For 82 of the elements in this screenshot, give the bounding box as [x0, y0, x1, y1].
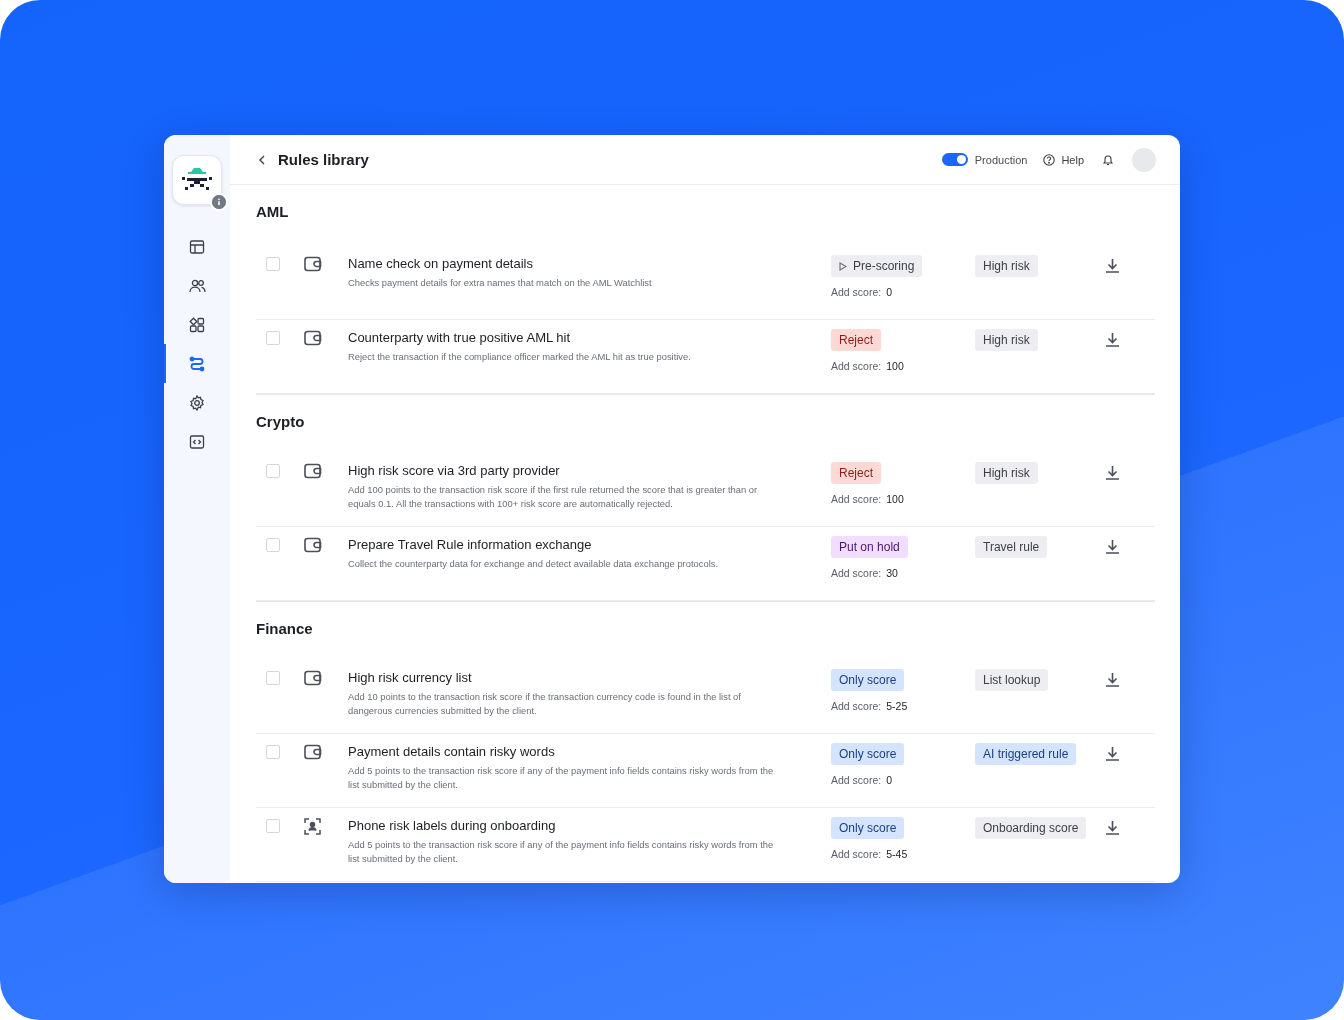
- rule-description: Add 5 points to the transaction risk score if any of the payment info fields contains risky words from the list submitted by the client.: [348, 764, 775, 791]
- score-label: Add score:: [831, 774, 882, 786]
- checkbox[interactable]: [266, 257, 280, 271]
- rule-description: Collect the counterparty data for exchange and detect available data exchange protocols.: [348, 557, 720, 571]
- face-scan-icon: [304, 818, 321, 835]
- checkbox[interactable]: [266, 819, 280, 833]
- download-icon[interactable]: [1105, 332, 1120, 347]
- section-heading: Finance: [256, 619, 314, 637]
- wallet-icon: [304, 670, 322, 686]
- settings-icon[interactable]: [189, 394, 205, 411]
- score-value: 5-25: [886, 700, 908, 712]
- score-value: 0: [886, 774, 893, 786]
- score-label: Add score:: [831, 360, 882, 372]
- action-badge: Reject: [831, 462, 881, 484]
- help-link[interactable]: Help: [1043, 153, 1084, 166]
- checkbox[interactable]: [266, 538, 280, 552]
- tag: High risk: [975, 462, 1038, 484]
- rule-title: High risk score via 3rd party provider: [348, 462, 561, 480]
- users-icon[interactable]: [188, 277, 206, 294]
- action-badge: Reject: [831, 329, 881, 351]
- section-heading: AML: [256, 202, 290, 220]
- checkbox[interactable]: [266, 745, 280, 759]
- score-value: 100: [886, 360, 904, 372]
- download-icon[interactable]: [1105, 820, 1120, 835]
- score-label: Add score:: [831, 848, 882, 860]
- tag: Onboarding score: [975, 817, 1087, 839]
- score-value: 100: [886, 493, 904, 505]
- rule-title: Name check on payment details: [348, 255, 534, 273]
- action-badge: Only score: [831, 817, 905, 839]
- score-value: 5-45: [886, 848, 908, 860]
- rule-title: High risk currency list: [348, 669, 473, 687]
- score-value: 30: [886, 567, 898, 579]
- score-label: Add score:: [831, 700, 882, 712]
- toggle-label: Production: [974, 153, 1028, 166]
- score-value: 0: [886, 286, 893, 298]
- rule-title: Counterparty with true positive AML hit: [348, 329, 572, 347]
- flow-icon[interactable]: [189, 355, 205, 372]
- wallet-icon: [304, 256, 322, 272]
- rule-description: Add 5 points to the transaction risk score if any of the payment info fields contains risky words from the list submitted by the client.: [348, 838, 775, 865]
- rule-title: Prepare Travel Rule information exchange: [348, 536, 593, 554]
- action-badge: Only score: [831, 743, 905, 765]
- apps-icon[interactable]: [189, 316, 205, 333]
- wallet-icon: [304, 330, 322, 346]
- wallet-icon: [304, 463, 322, 479]
- layout-icon[interactable]: [189, 238, 205, 255]
- action-badge: Pre-scoring: [831, 255, 923, 277]
- rule-description: Add 100 points to the transaction risk score if the first rule returned the score that is greater than or equals 0.1. All the transactions with 100+ risk score are automatically rejected.: [348, 483, 759, 510]
- tag: High risk: [975, 329, 1038, 351]
- wallet-icon: [304, 744, 322, 760]
- checkbox[interactable]: [266, 331, 280, 345]
- logo-card[interactable]: [172, 155, 222, 205]
- toggle-switch[interactable]: [941, 153, 968, 166]
- tag: List lookup: [975, 669, 1049, 691]
- back-icon[interactable]: [258, 154, 266, 165]
- section-heading: Crypto: [256, 412, 306, 430]
- play-icon: [839, 261, 847, 271]
- download-icon[interactable]: [1105, 672, 1120, 687]
- tag: AI triggered rule: [975, 743, 1077, 765]
- help-icon: [1043, 153, 1056, 166]
- wallet-icon: [304, 537, 322, 553]
- score-label: Add score:: [831, 286, 882, 298]
- rule-description: Add 10 points to the transaction risk score if the transaction currency code is found in the list of dangerous currencies submitted by the client.: [348, 690, 742, 717]
- action-badge: Only score: [831, 669, 905, 691]
- info-icon[interactable]: [210, 193, 228, 211]
- checkbox[interactable]: [266, 464, 280, 478]
- download-icon[interactable]: [1105, 465, 1120, 480]
- checkbox[interactable]: [266, 671, 280, 685]
- download-icon[interactable]: [1105, 539, 1120, 554]
- action-badge: Put on hold: [831, 536, 908, 558]
- bell-icon[interactable]: [1102, 153, 1114, 166]
- rule-title: Payment details contain risky words: [348, 743, 556, 761]
- download-icon[interactable]: [1105, 258, 1120, 273]
- tag: High risk: [975, 255, 1038, 277]
- rule-description: Reject the transaction if the compliance officer marked the AML hit as true positive.: [348, 350, 692, 364]
- score-label: Add score:: [831, 493, 882, 505]
- page-title: Rules library: [278, 151, 369, 168]
- rule-description: Checks payment details for extra names that match on the AML Watchlist: [348, 276, 653, 290]
- tag: Travel rule: [975, 536, 1048, 558]
- rule-title: Phone risk labels during onboarding: [348, 817, 557, 835]
- score-label: Add score:: [831, 567, 882, 579]
- code-icon[interactable]: [189, 433, 205, 450]
- download-icon[interactable]: [1105, 746, 1120, 761]
